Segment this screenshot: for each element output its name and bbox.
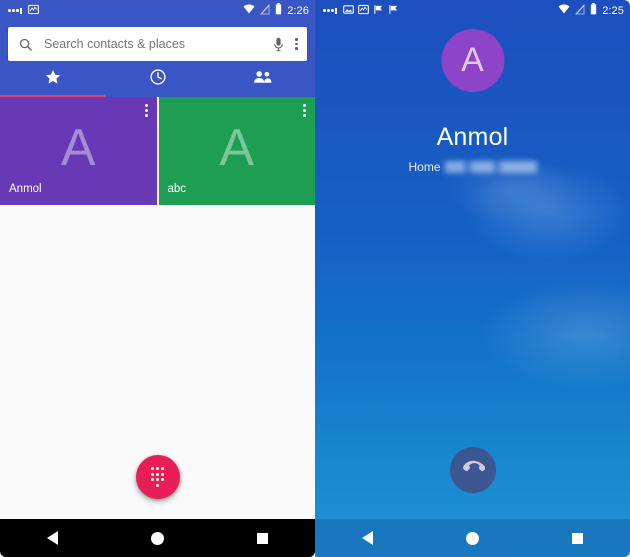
more-options-icon[interactable] xyxy=(290,37,301,51)
tab-bar xyxy=(0,61,315,97)
ellipsis-icon xyxy=(323,7,337,14)
image-icon xyxy=(342,4,354,18)
call-avatar-letter: A xyxy=(461,40,484,79)
tab-indicator xyxy=(0,94,105,97)
status-bar-dialer: 2:26 xyxy=(0,0,315,21)
ellipsis-icon xyxy=(8,7,22,14)
nav-recents-button[interactable] xyxy=(235,519,291,557)
status-bar-clock: 2:25 xyxy=(602,4,624,17)
tab-favorites[interactable] xyxy=(0,61,105,97)
favorite-tile[interactable]: A Anmol xyxy=(0,97,157,205)
nav-home-button[interactable] xyxy=(445,519,501,557)
favorite-overflow-icon[interactable] xyxy=(144,104,148,118)
screenshot-root: 2:26 Search contacts & places A Anmol A … xyxy=(0,0,630,557)
flag-icon xyxy=(373,4,384,18)
call-number-row: Home xyxy=(315,160,630,174)
tab-contacts[interactable] xyxy=(210,61,315,97)
flag-icon xyxy=(388,4,399,18)
call-number-value xyxy=(444,161,537,173)
nav-home-button[interactable] xyxy=(130,519,186,557)
star-icon xyxy=(44,68,62,91)
search-input[interactable] xyxy=(33,37,268,51)
signal-off-icon xyxy=(575,3,585,18)
call-screen: 2:25 A Anmol Home xyxy=(315,0,630,557)
chart-icon xyxy=(27,4,39,18)
call-avatar: A xyxy=(441,29,504,92)
home-icon xyxy=(151,531,164,545)
nav-back-button[interactable] xyxy=(25,519,81,557)
back-icon xyxy=(362,531,373,545)
microphone-icon[interactable] xyxy=(267,37,290,52)
favorite-overflow-icon[interactable] xyxy=(303,104,306,118)
search-icon xyxy=(18,37,33,52)
navigation-bar-dialer xyxy=(0,519,315,557)
nav-back-button[interactable] xyxy=(340,519,396,557)
status-bar-clock: 2:26 xyxy=(287,4,309,17)
favorite-avatar-letter: A xyxy=(60,118,96,177)
battery-icon xyxy=(275,3,282,18)
favorite-name: Anmol xyxy=(9,183,42,195)
recents-icon xyxy=(572,532,583,544)
dialer-screen: 2:26 Search contacts & places A Anmol A … xyxy=(0,0,315,557)
wifi-icon xyxy=(243,4,255,17)
tab-recents[interactable] xyxy=(105,61,210,97)
favorite-avatar-letter: A xyxy=(219,118,255,177)
call-contact-name: Anmol xyxy=(436,123,509,151)
end-call-button[interactable] xyxy=(449,447,496,493)
navigation-bar-call xyxy=(315,519,630,557)
end-call-icon xyxy=(461,456,485,485)
dialpad-fab-button[interactable] xyxy=(135,455,180,499)
nav-recents-button[interactable] xyxy=(550,519,606,557)
signal-off-icon xyxy=(260,3,270,18)
chart-icon xyxy=(357,4,369,18)
favorite-tile[interactable]: A abc xyxy=(156,97,315,205)
status-bar-notifications xyxy=(8,4,39,18)
favorite-name: abc xyxy=(167,183,187,195)
back-icon xyxy=(47,531,58,545)
recents-icon xyxy=(257,532,268,544)
app-bar xyxy=(0,21,315,61)
wifi-icon xyxy=(558,4,570,17)
status-bar-system-icons: 2:25 xyxy=(558,3,624,18)
call-number-label: Home xyxy=(408,160,441,174)
clock-icon xyxy=(149,68,167,91)
status-bar-notifications xyxy=(323,4,399,18)
people-icon xyxy=(253,69,273,90)
status-bar-call: 2:25 xyxy=(315,0,630,21)
battery-icon xyxy=(590,3,597,18)
dialpad-icon xyxy=(150,467,165,487)
status-bar-system-icons: 2:26 xyxy=(243,3,309,18)
favorites-grid: A Anmol A abc xyxy=(0,97,315,205)
home-icon xyxy=(466,531,479,545)
search-bar[interactable] xyxy=(8,27,307,61)
